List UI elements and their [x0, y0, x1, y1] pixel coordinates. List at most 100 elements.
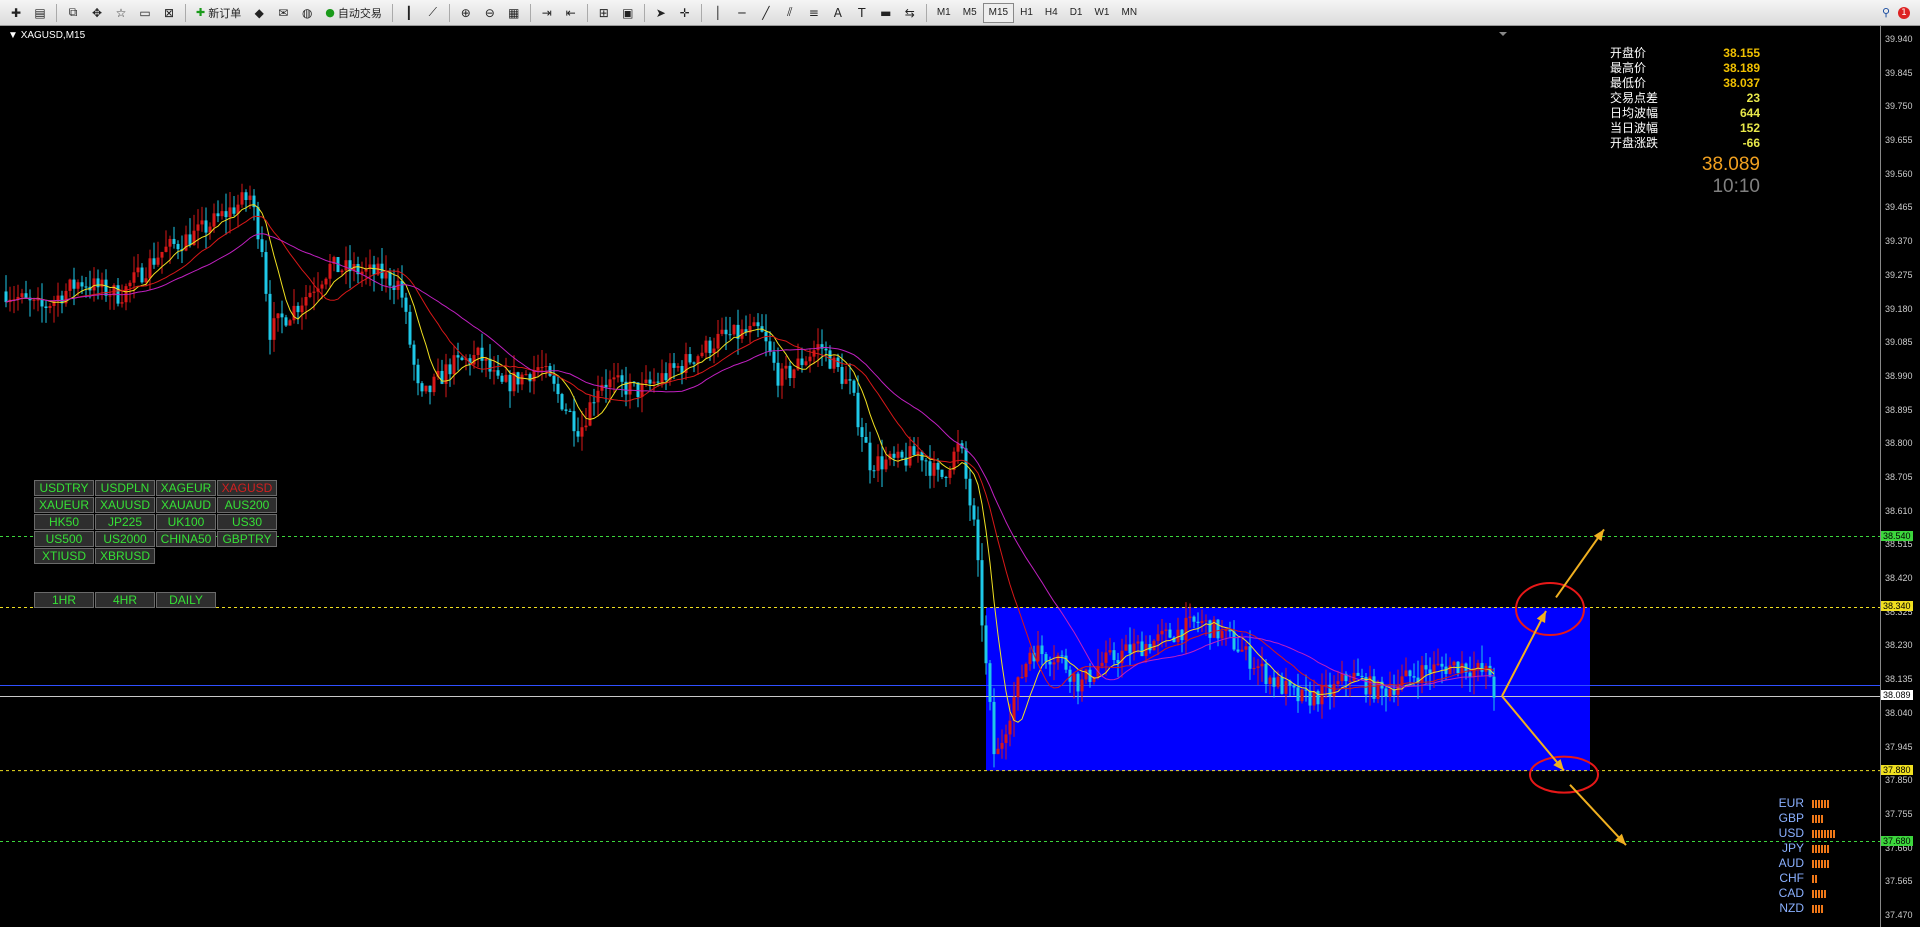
text-label-icon[interactable]: T	[851, 3, 873, 23]
chart-shift-icon[interactable]: ⇥	[536, 3, 558, 23]
templates-icon[interactable]: ▣	[617, 3, 639, 23]
market-watch-icon[interactable]: ⧉	[62, 3, 84, 23]
terminal-icon[interactable]: ▭	[134, 3, 156, 23]
currency-row: AUD	[1776, 856, 1835, 871]
symbol-button-xageur[interactable]: XAGEUR	[156, 480, 216, 496]
timeframe-d1[interactable]: D1	[1064, 3, 1089, 23]
cursor-icon[interactable]: ➤	[650, 3, 672, 23]
candle-body	[460, 357, 464, 360]
candle-body	[1348, 680, 1352, 682]
currency-name: JPY	[1781, 841, 1804, 855]
symbol-button-xauaud[interactable]: XAUAUD	[156, 497, 216, 513]
search-icon[interactable]: ⚲	[1882, 6, 1890, 19]
symbol-button-uk100[interactable]: UK100	[156, 514, 216, 530]
channel-icon[interactable]: ⫽	[779, 3, 801, 23]
candle-body	[908, 446, 912, 466]
auto-trading-button[interactable]: ● 自动交易	[320, 3, 387, 23]
new-order-button[interactable]: ✚ 新订单	[191, 3, 246, 23]
symbol-button-xtiusd[interactable]: XTIUSD	[34, 548, 94, 564]
symbol-button-us2000[interactable]: US2000	[95, 531, 155, 547]
candle-body	[100, 279, 104, 288]
candle-body	[1220, 630, 1224, 639]
candle-body	[792, 369, 796, 379]
symbol-button-xagusd[interactable]: XAGUSD	[217, 480, 277, 496]
strength-bar	[1833, 829, 1835, 838]
candle-body	[1312, 691, 1316, 706]
chart-window[interactable]: ▼ XAGUSD,M15 开盘价 38.155 最高价 38.189 最低价 38.0…	[0, 26, 1920, 927]
strength-bar	[1812, 859, 1814, 868]
candle-body	[344, 260, 348, 271]
currency-strength-bars	[1812, 859, 1829, 868]
price-chart[interactable]	[0, 26, 1880, 927]
auto-trading-icon: ●	[325, 6, 335, 19]
profiles-icon[interactable]: ▤	[29, 3, 51, 23]
vertical-line-icon[interactable]: │	[707, 3, 729, 23]
timeframe-mn[interactable]: MN	[1115, 3, 1143, 23]
symbol-button-usdpln[interactable]: USDPLN	[95, 480, 155, 496]
notification-badge[interactable]: 1	[1898, 6, 1910, 19]
strength-bar	[1827, 799, 1829, 808]
symbol-button-xaueur[interactable]: XAUEUR	[34, 497, 94, 513]
timeframe-h1[interactable]: H1	[1014, 3, 1039, 23]
symbol-button-hk50[interactable]: HK50	[34, 514, 94, 530]
metaeditor-icon[interactable]: ◆	[248, 3, 270, 23]
price-tick-label: 37.850	[1885, 775, 1913, 786]
currency-strength-panel: EUR GBP USD JPY AUD CHF CAD NZD	[1776, 796, 1835, 916]
timeframe-m1[interactable]: M1	[931, 3, 957, 23]
candle-body	[1008, 720, 1012, 735]
candle-body	[524, 374, 528, 376]
currency-row: EUR	[1776, 796, 1835, 811]
period-button-1hr[interactable]: 1HR	[34, 592, 94, 608]
tester-icon[interactable]: ⊠	[158, 3, 180, 23]
bar-chart-icon[interactable]: ┃	[398, 3, 420, 23]
symbol-button-usdtry[interactable]: USDTRY	[34, 480, 94, 496]
candle-body	[640, 383, 644, 398]
timeframe-w1[interactable]: W1	[1088, 3, 1115, 23]
price-tick-label: 39.750	[1885, 101, 1913, 112]
timeframe-m5[interactable]: M5	[957, 3, 983, 23]
rectangle-icon[interactable]: ▬	[875, 3, 897, 23]
autoscroll-icon[interactable]: ⇤	[560, 3, 582, 23]
crosshair-icon[interactable]: ✛	[674, 3, 696, 23]
timeframe-h4[interactable]: H4	[1039, 3, 1064, 23]
candle-body	[1480, 663, 1484, 672]
symbol-button-gbptry[interactable]: GBPTRY	[217, 531, 277, 547]
candle-body	[1124, 644, 1128, 651]
symbol-button-xbrusd[interactable]: XBRUSD	[95, 548, 155, 564]
period-button-4hr[interactable]: 4HR	[95, 592, 155, 608]
new-chart-icon[interactable]: ✚	[5, 3, 27, 23]
symbol-button-jp225[interactable]: JP225	[95, 514, 155, 530]
symbol-button-china50[interactable]: CHINA50	[156, 531, 216, 547]
text-icon[interactable]: A	[827, 3, 849, 23]
fibonacci-icon[interactable]: ≡	[803, 3, 825, 23]
candle-body	[480, 347, 484, 361]
candle-body	[704, 340, 708, 353]
toolbar-right: ⚲ 1	[1882, 6, 1920, 19]
strength-bar	[1815, 814, 1817, 823]
data-window-icon[interactable]: ✥	[86, 3, 108, 23]
candle-body	[992, 701, 996, 755]
indicators-icon[interactable]: ⊞	[593, 3, 615, 23]
symbol-button-us500[interactable]: US500	[34, 531, 94, 547]
market-icon[interactable]: ◍	[296, 3, 318, 23]
zoom-out-icon[interactable]: ⊖	[479, 3, 501, 23]
symbol-button-us30[interactable]: US30	[217, 514, 277, 530]
horizontal-line-icon[interactable]: ─	[731, 3, 753, 23]
line-chart-icon[interactable]: ⟋	[422, 3, 444, 23]
symbol-button-xauusd[interactable]: XAUUSD	[95, 497, 155, 513]
navigator-icon[interactable]: ☆	[110, 3, 132, 23]
trendline-icon[interactable]: ╱	[755, 3, 777, 23]
candle-body	[168, 238, 172, 247]
toolbar-separator	[391, 3, 393, 22]
strength-bar	[1824, 844, 1826, 853]
candle-body	[1296, 687, 1300, 702]
arrows-icon[interactable]: ⇆	[899, 3, 921, 23]
signals-icon[interactable]: ✉	[272, 3, 294, 23]
tile-windows-icon[interactable]: ▦	[503, 3, 525, 23]
price-axis[interactable]: 39.940 39.845 39.750 39.655 39.560 39.465 39.3…	[1880, 26, 1920, 927]
zoom-in-icon[interactable]: ⊕	[455, 3, 477, 23]
symbol-button-aus200[interactable]: AUS200	[217, 497, 277, 513]
period-button-daily[interactable]: DAILY	[156, 592, 216, 608]
timeframe-m15[interactable]: M15	[982, 2, 1015, 23]
candle-body	[120, 302, 124, 304]
